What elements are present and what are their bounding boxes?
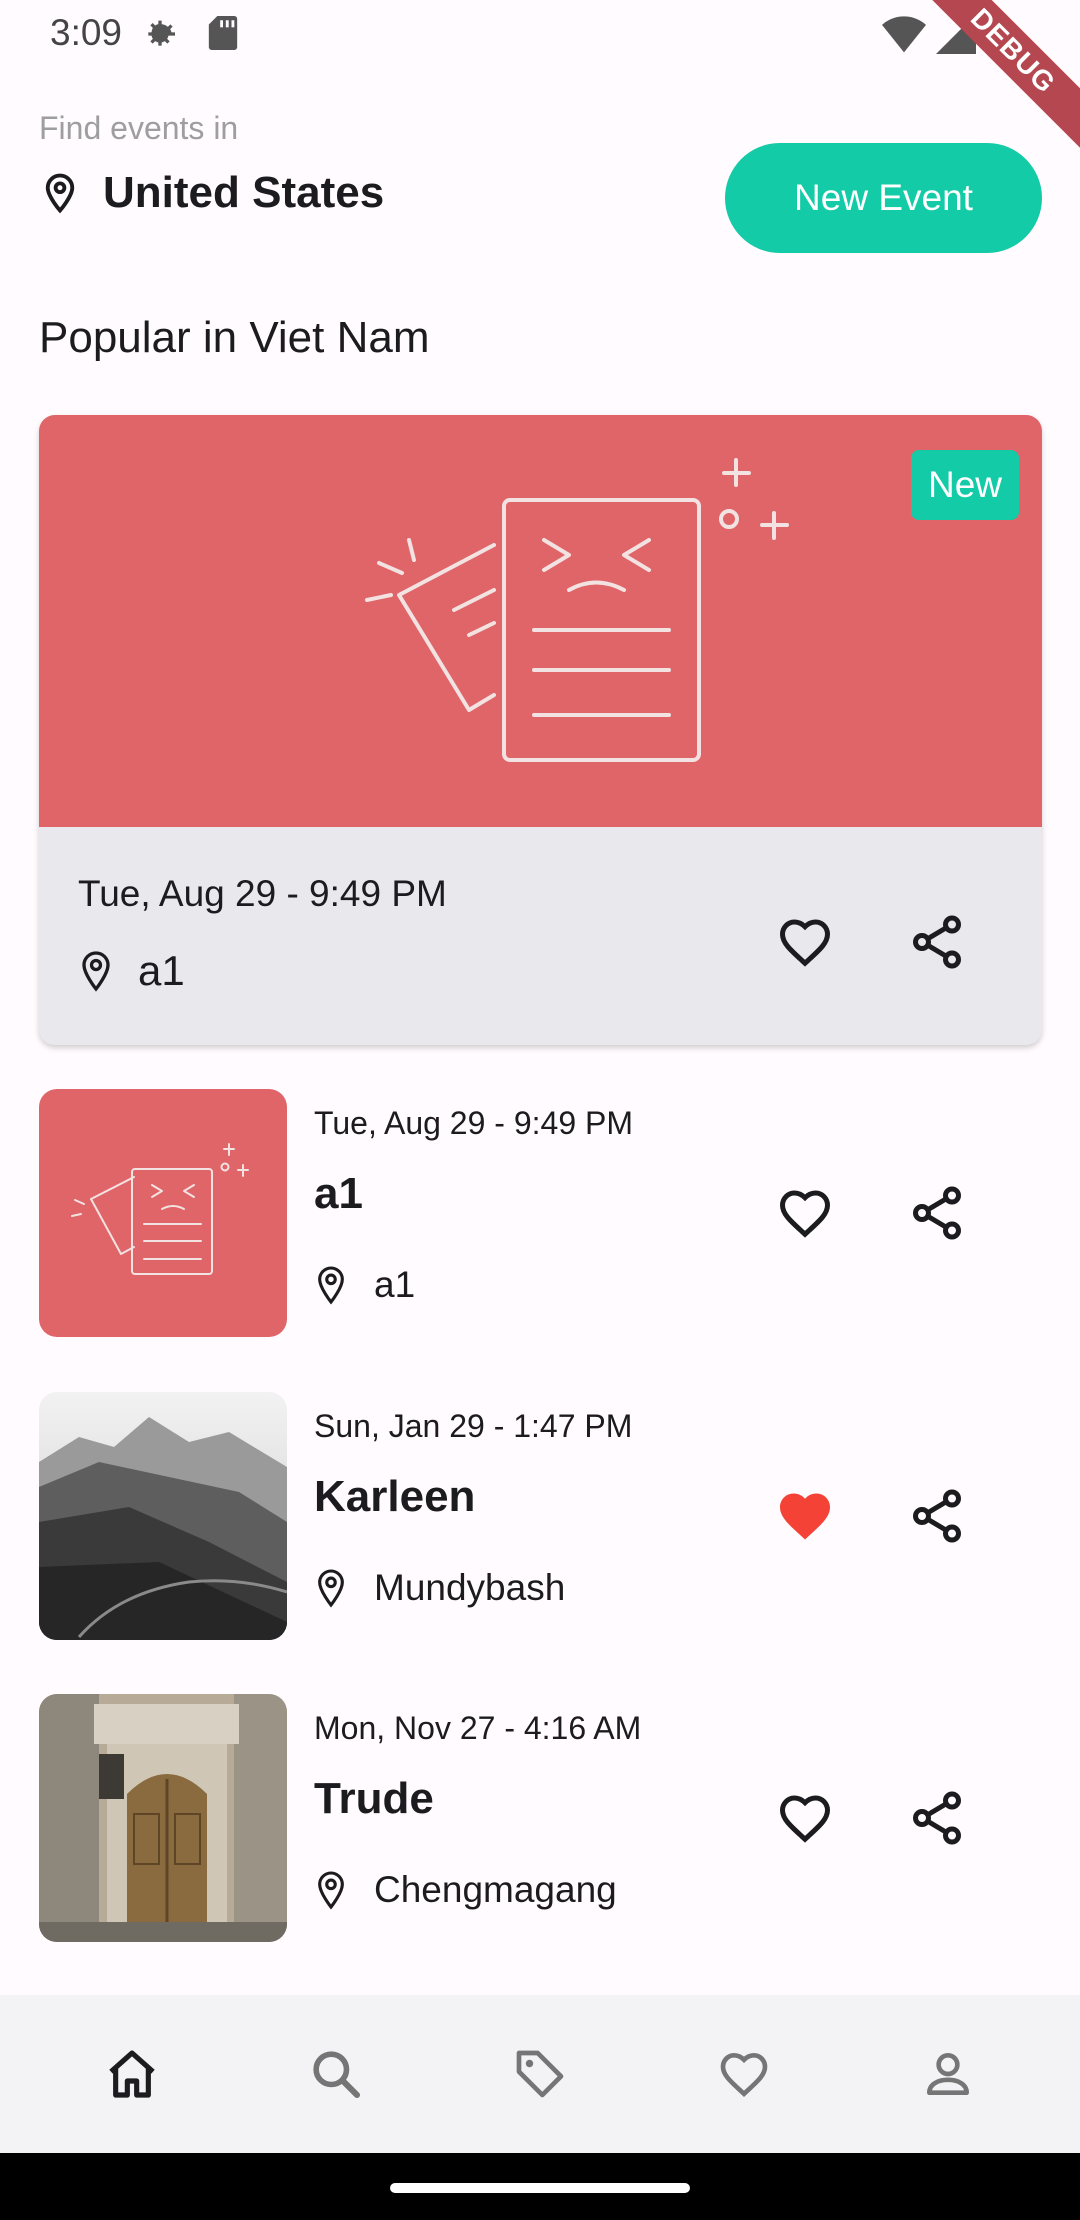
profile-icon <box>927 2053 969 2095</box>
event-title: Karleen <box>314 1472 476 1521</box>
event-list-item[interactable]: Mon, Nov 27 - 4:16 AM Trude Chengmagang <box>39 1694 1042 1942</box>
favorite-button[interactable] <box>773 1181 837 1245</box>
location-pin-icon <box>82 951 110 992</box>
find-events-label: Find events in <box>39 110 239 146</box>
share-button[interactable] <box>905 1181 969 1245</box>
share-icon <box>913 915 961 969</box>
featured-event-location-text: a1 <box>138 947 185 994</box>
event-location-text: Mundybash <box>374 1567 566 1608</box>
event-title: a1 <box>314 1169 363 1218</box>
share-button[interactable] <box>905 910 969 974</box>
event-location: Chengmagang <box>314 1869 617 1911</box>
event-location: Mundybash <box>314 1567 565 1609</box>
featured-event-location: a1 <box>78 947 185 995</box>
tag-icon <box>516 2050 564 2098</box>
event-list-item[interactable]: Tue, Aug 29 - 9:49 PM a1 a1 <box>39 1089 1042 1337</box>
share-icon <box>913 1791 961 1845</box>
favorite-button[interactable] <box>773 1484 837 1548</box>
mountain-photo <box>39 1392 287 1640</box>
nav-tags[interactable] <box>490 2024 590 2124</box>
featured-event-image: New <box>39 415 1042 827</box>
nav-home[interactable] <box>82 2024 182 2124</box>
settings-status-icon <box>148 20 175 46</box>
featured-event-card[interactable]: New Tue, Aug 29 - 9:49 PM a1 <box>39 415 1042 1045</box>
share-icon <box>913 1186 961 1240</box>
event-thumbnail <box>39 1392 287 1640</box>
status-time: 3:09 <box>50 12 123 53</box>
new-event-button[interactable]: New Event <box>725 143 1042 253</box>
event-title: Trude <box>314 1774 434 1823</box>
location-selector[interactable]: United States <box>39 168 384 218</box>
empty-document-illustration <box>71 1143 249 1275</box>
location-pin-icon <box>318 1266 344 1305</box>
location-pin-icon <box>45 173 75 214</box>
share-button[interactable] <box>905 1786 969 1850</box>
share-button[interactable] <box>905 1484 969 1548</box>
status-bar: 3:09 DEBUG <box>0 0 1080 155</box>
heart-outline-icon <box>779 1795 831 1843</box>
featured-event-date: Tue, Aug 29 - 9:49 PM <box>78 873 447 914</box>
section-title: Popular in Viet Nam <box>39 313 430 362</box>
location-pin-icon <box>318 1569 344 1608</box>
door-photo <box>39 1694 287 1942</box>
home-gesture-pill[interactable] <box>390 2183 690 2193</box>
heart-outline-icon <box>779 1190 831 1238</box>
event-thumbnail <box>39 1089 287 1337</box>
event-date: Tue, Aug 29 - 9:49 PM <box>314 1105 633 1141</box>
wifi-icon <box>882 16 926 53</box>
event-location-text: a1 <box>374 1264 416 1305</box>
nav-favorites[interactable] <box>694 2024 794 2124</box>
heart-outline-icon <box>779 919 831 967</box>
favorite-button[interactable] <box>773 1786 837 1850</box>
share-icon <box>913 1489 961 1543</box>
nav-profile[interactable] <box>898 2024 998 2124</box>
event-list-item[interactable]: Sun, Jan 29 - 1:47 PM Karleen Mundybash <box>39 1392 1042 1640</box>
search-icon <box>313 2051 361 2099</box>
location-name: United States <box>103 168 385 217</box>
bottom-navigation <box>0 1995 1080 2153</box>
new-badge: New <box>911 450 1019 520</box>
favorite-button[interactable] <box>773 910 837 974</box>
event-date: Sun, Jan 29 - 1:47 PM <box>314 1408 633 1444</box>
heart-icon <box>720 2052 768 2098</box>
home-icon <box>109 2050 155 2098</box>
event-location: a1 <box>314 1264 415 1306</box>
event-thumbnail <box>39 1694 287 1942</box>
event-location-text: Chengmagang <box>374 1869 617 1910</box>
system-gesture-bar <box>0 2153 1080 2220</box>
location-pin-icon <box>318 1871 344 1910</box>
sd-card-icon <box>208 16 238 50</box>
nav-search[interactable] <box>286 2024 386 2124</box>
event-date: Mon, Nov 27 - 4:16 AM <box>314 1710 642 1746</box>
empty-document-illustration <box>365 458 789 762</box>
heart-filled-icon <box>780 1493 830 1540</box>
